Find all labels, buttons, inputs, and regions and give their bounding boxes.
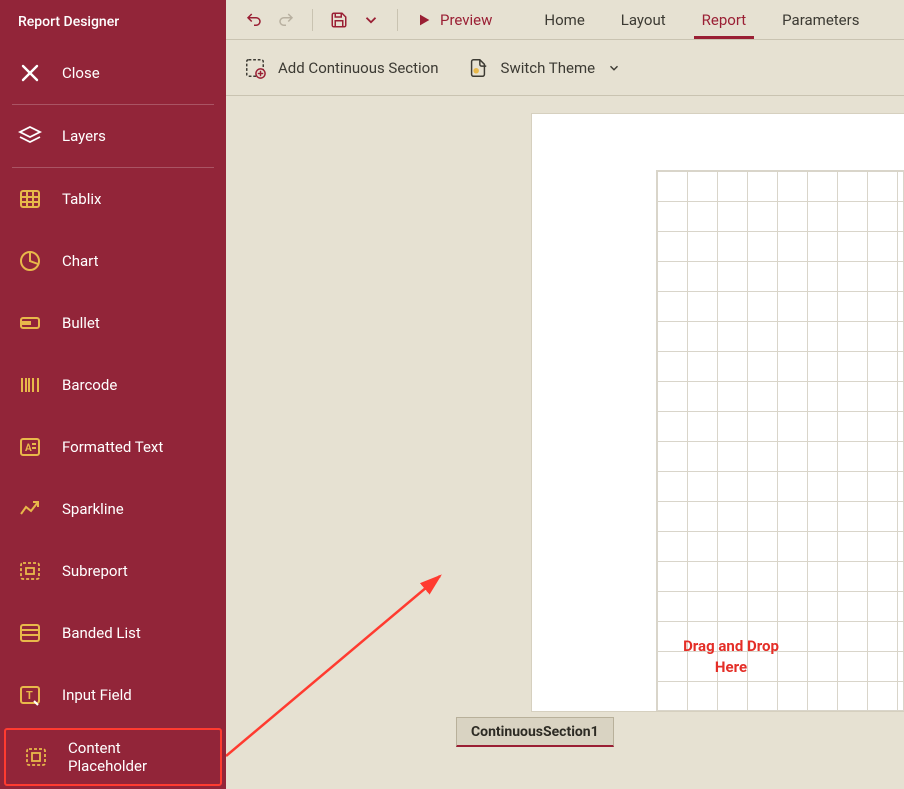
design-grid[interactable]	[656, 170, 904, 711]
sidebar-item-subreport[interactable]: Subreport	[0, 540, 226, 602]
redo-button[interactable]	[272, 5, 300, 35]
sidebar-item-label: Barcode	[62, 376, 117, 394]
sidebar-item-label: Banded List	[62, 624, 141, 642]
undo-button[interactable]	[240, 5, 268, 35]
topbar: Preview Home Layout Report Parameters	[226, 0, 904, 40]
tab-parameters[interactable]: Parameters	[764, 1, 877, 39]
svg-text:A: A	[25, 443, 32, 454]
sidebar-item-close[interactable]: Close	[0, 42, 226, 104]
switch-theme-button[interactable]: Switch Theme	[467, 50, 622, 86]
section-tab-continuous1[interactable]: ContinuousSection1	[456, 717, 614, 747]
save-button[interactable]	[325, 5, 353, 35]
sidebar-item-label: Subreport	[62, 562, 128, 580]
subreport-icon	[18, 559, 42, 583]
formatted-text-icon: A	[18, 435, 42, 459]
sidebar-item-formatted-text[interactable]: A Formatted Text	[0, 416, 226, 478]
theme-icon	[467, 57, 489, 79]
sidebar-item-label: Close	[62, 64, 100, 82]
canvas: Drag and Drop Here ContinuousSection1	[226, 96, 904, 789]
preview-label: Preview	[440, 11, 492, 29]
sidebar-item-bullet[interactable]: Bullet	[0, 292, 226, 354]
sidebar-item-label: Bullet	[62, 314, 100, 332]
svg-text:T: T	[26, 689, 33, 702]
sidebar-item-label: Formatted Text	[62, 438, 163, 456]
close-icon	[18, 61, 42, 85]
sidebar-item-chart[interactable]: Chart	[0, 230, 226, 292]
preview-button[interactable]: Preview	[410, 1, 510, 39]
sidebar-item-label: Content Placeholder	[68, 739, 202, 775]
save-dropdown-button[interactable]	[357, 5, 385, 35]
drop-hint-annotation: Drag and Drop Here	[666, 636, 796, 678]
chart-icon	[18, 249, 42, 273]
input-field-icon: T	[18, 683, 42, 707]
section-tabs: ContinuousSection1	[456, 717, 614, 747]
sidebar-item-banded-list[interactable]: Banded List	[0, 602, 226, 664]
layers-icon	[18, 124, 42, 148]
sidebar-item-label: Sparkline	[62, 500, 124, 518]
ribbon-label: Add Continuous Section	[278, 59, 439, 77]
sidebar-item-label: Tablix	[62, 190, 101, 208]
tabs: Home Layout Report Parameters	[526, 1, 877, 39]
tablix-icon	[18, 187, 42, 211]
tab-report[interactable]: Report	[684, 1, 765, 39]
ribbon: Add Continuous Section Switch Theme	[226, 40, 904, 96]
add-continuous-section-button[interactable]: Add Continuous Section	[244, 50, 439, 86]
sidebar-item-sparkline[interactable]: Sparkline	[0, 478, 226, 540]
sidebar-item-label: Input Field	[62, 686, 132, 704]
chevron-down-icon	[607, 61, 621, 75]
tab-layout[interactable]: Layout	[603, 1, 684, 39]
sparkline-icon	[18, 497, 42, 521]
add-section-icon	[244, 57, 266, 79]
sidebar: Report Designer Close Layers Tablix	[0, 0, 226, 789]
main-area: Preview Home Layout Report Parameters Ad…	[226, 0, 904, 789]
banded-list-icon	[18, 621, 42, 645]
sidebar-item-layers[interactable]: Layers	[0, 105, 226, 167]
sidebar-item-barcode[interactable]: Barcode	[0, 354, 226, 416]
sidebar-item-tablix[interactable]: Tablix	[0, 168, 226, 230]
content-placeholder-icon	[24, 745, 48, 769]
sidebar-item-label: Layers	[62, 127, 106, 145]
barcode-icon	[18, 373, 42, 397]
bullet-icon	[18, 311, 42, 335]
sidebar-item-input-field[interactable]: T Input Field	[0, 664, 226, 726]
sidebar-item-content-placeholder[interactable]: Content Placeholder	[4, 728, 222, 786]
ribbon-label: Switch Theme	[501, 59, 596, 77]
app-title: Report Designer	[0, 0, 226, 42]
tab-home[interactable]: Home	[526, 1, 602, 39]
sidebar-item-label: Chart	[62, 252, 99, 270]
